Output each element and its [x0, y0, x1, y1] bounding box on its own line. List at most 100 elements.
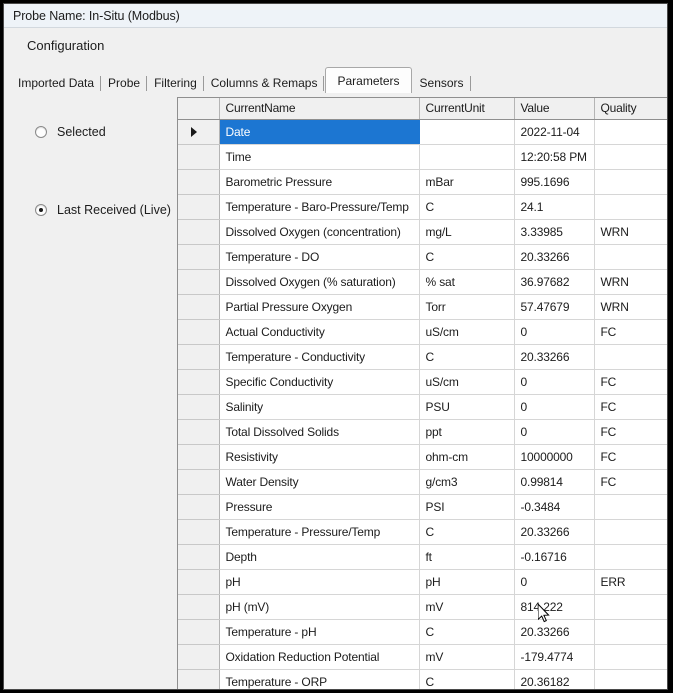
row-selector-cell[interactable]	[178, 169, 219, 194]
row-selector-cell[interactable]	[178, 469, 219, 494]
parameter-name-cell[interactable]: Barometric Pressure	[219, 169, 419, 194]
column-header-quality[interactable]: Quality	[594, 98, 668, 119]
table-row[interactable]: Water Densityg/cm30.99814FC	[178, 469, 668, 494]
parameter-value-cell[interactable]: 20.33266	[514, 244, 594, 269]
parameter-unit-cell[interactable]: uS/cm	[419, 319, 514, 344]
parameter-name-cell[interactable]: Specific Conductivity	[219, 369, 419, 394]
tab-columns-remaps[interactable]: Columns & Remaps	[204, 73, 325, 93]
table-row[interactable]: PressurePSI-0.3484	[178, 494, 668, 519]
table-row[interactable]: Barometric PressuremBar995.1696	[178, 169, 668, 194]
parameter-name-cell[interactable]: Temperature - DO	[219, 244, 419, 269]
row-selector-cell[interactable]	[178, 669, 219, 690]
table-row[interactable]: Resistivityohm-cm10000000FC	[178, 444, 668, 469]
parameter-name-cell[interactable]: Salinity	[219, 394, 419, 419]
parameter-value-cell[interactable]: 20.33266	[514, 519, 594, 544]
row-selector-cell[interactable]	[178, 219, 219, 244]
parameter-name-cell[interactable]: Temperature - Conductivity	[219, 344, 419, 369]
parameter-quality-cell[interactable]	[594, 544, 668, 569]
parameter-unit-cell[interactable]	[419, 144, 514, 169]
parameter-value-cell[interactable]: 3.33985	[514, 219, 594, 244]
row-selector-cell[interactable]	[178, 269, 219, 294]
tab-imported-data[interactable]: Imported Data	[11, 73, 101, 93]
table-row[interactable]: Dissolved Oxygen (concentration)mg/L3.33…	[178, 219, 668, 244]
table-row[interactable]: Date2022-11-04	[178, 119, 668, 144]
parameter-value-cell[interactable]: 0	[514, 419, 594, 444]
row-selector-cell[interactable]	[178, 294, 219, 319]
parameter-unit-cell[interactable]: pH	[419, 569, 514, 594]
parameter-value-cell[interactable]: -179.4774	[514, 644, 594, 669]
parameter-quality-cell[interactable]: FC	[594, 394, 668, 419]
tab-parameters[interactable]: Parameters	[325, 67, 411, 93]
parameter-unit-cell[interactable]: PSI	[419, 494, 514, 519]
parameter-quality-cell[interactable]	[594, 519, 668, 544]
parameter-unit-cell[interactable]: C	[419, 244, 514, 269]
tab-sensors[interactable]: Sensors	[413, 73, 471, 93]
parameter-quality-cell[interactable]	[594, 194, 668, 219]
row-selector-cell[interactable]	[178, 569, 219, 594]
parameter-value-cell[interactable]: 0	[514, 569, 594, 594]
parameter-value-cell[interactable]: 10000000	[514, 444, 594, 469]
parameter-quality-cell[interactable]: ERR	[594, 569, 668, 594]
table-row[interactable]: Temperature - ConductivityC20.33266	[178, 344, 668, 369]
parameter-unit-cell[interactable]: C	[419, 194, 514, 219]
parameter-quality-cell[interactable]: FC	[594, 469, 668, 494]
parameter-name-cell[interactable]: pH	[219, 569, 419, 594]
table-row[interactable]: Partial Pressure OxygenTorr57.47679WRN	[178, 294, 668, 319]
column-header-currentname[interactable]: CurrentName	[219, 98, 419, 119]
parameter-unit-cell[interactable]: g/cm3	[419, 469, 514, 494]
parameter-name-cell[interactable]: Temperature - ORP	[219, 669, 419, 690]
parameters-grid-container[interactable]: CurrentName CurrentUnit Value Quality Da…	[177, 97, 668, 690]
parameter-quality-cell[interactable]	[594, 669, 668, 690]
table-row[interactable]: Temperature - Pressure/TempC20.33266	[178, 519, 668, 544]
parameter-value-cell[interactable]: 995.1696	[514, 169, 594, 194]
parameter-value-cell[interactable]: 0	[514, 319, 594, 344]
row-selector-cell[interactable]	[178, 319, 219, 344]
tab-filtering[interactable]: Filtering	[147, 73, 204, 93]
row-selector-cell[interactable]	[178, 519, 219, 544]
column-header-currentunit[interactable]: CurrentUnit	[419, 98, 514, 119]
row-selector-cell[interactable]	[178, 244, 219, 269]
radio-button-selected[interactable]	[35, 126, 47, 138]
parameter-unit-cell[interactable]: uS/cm	[419, 369, 514, 394]
parameter-name-cell[interactable]: Water Density	[219, 469, 419, 494]
parameter-unit-cell[interactable]	[419, 119, 514, 144]
table-row[interactable]: Temperature - DOC20.33266	[178, 244, 668, 269]
parameter-quality-cell[interactable]: WRN	[594, 219, 668, 244]
parameter-quality-cell[interactable]	[594, 494, 668, 519]
parameter-value-cell[interactable]: 12:20:58 PM	[514, 144, 594, 169]
parameter-quality-cell[interactable]: FC	[594, 419, 668, 444]
parameter-unit-cell[interactable]: % sat	[419, 269, 514, 294]
column-header-rowselector[interactable]	[178, 98, 219, 119]
parameter-unit-cell[interactable]: Torr	[419, 294, 514, 319]
parameter-unit-cell[interactable]: ohm-cm	[419, 444, 514, 469]
parameter-quality-cell[interactable]: FC	[594, 444, 668, 469]
table-row[interactable]: Oxidation Reduction PotentialmV-179.4774	[178, 644, 668, 669]
parameter-unit-cell[interactable]: mV	[419, 644, 514, 669]
parameter-unit-cell[interactable]: C	[419, 344, 514, 369]
radio-button-last-received[interactable]	[35, 204, 47, 216]
parameter-unit-cell[interactable]: mV	[419, 594, 514, 619]
parameter-value-cell[interactable]: 2022-11-04	[514, 119, 594, 144]
parameter-name-cell[interactable]: Partial Pressure Oxygen	[219, 294, 419, 319]
parameter-value-cell[interactable]: 0	[514, 394, 594, 419]
parameter-name-cell[interactable]: Resistivity	[219, 444, 419, 469]
table-row[interactable]: Temperature - ORPC20.36182	[178, 669, 668, 690]
table-row[interactable]: pHpH0ERR	[178, 569, 668, 594]
parameter-quality-cell[interactable]	[594, 169, 668, 194]
parameter-value-cell[interactable]: 0	[514, 369, 594, 394]
row-selector-cell[interactable]	[178, 619, 219, 644]
radio-option-selected[interactable]: Selected	[35, 125, 106, 139]
parameter-unit-cell[interactable]: PSU	[419, 394, 514, 419]
parameter-quality-cell[interactable]	[594, 644, 668, 669]
parameter-name-cell[interactable]: Depth	[219, 544, 419, 569]
parameter-value-cell[interactable]: 20.33266	[514, 344, 594, 369]
table-row[interactable]: SalinityPSU0FC	[178, 394, 668, 419]
parameter-value-cell[interactable]: -0.16716	[514, 544, 594, 569]
table-row[interactable]: Temperature - pHC20.33266	[178, 619, 668, 644]
parameter-name-cell[interactable]: pH (mV)	[219, 594, 419, 619]
row-selector-cell[interactable]	[178, 419, 219, 444]
row-selector-cell[interactable]	[178, 144, 219, 169]
parameter-unit-cell[interactable]: ppt	[419, 419, 514, 444]
parameter-name-cell[interactable]: Pressure	[219, 494, 419, 519]
parameter-value-cell[interactable]: 36.97682	[514, 269, 594, 294]
